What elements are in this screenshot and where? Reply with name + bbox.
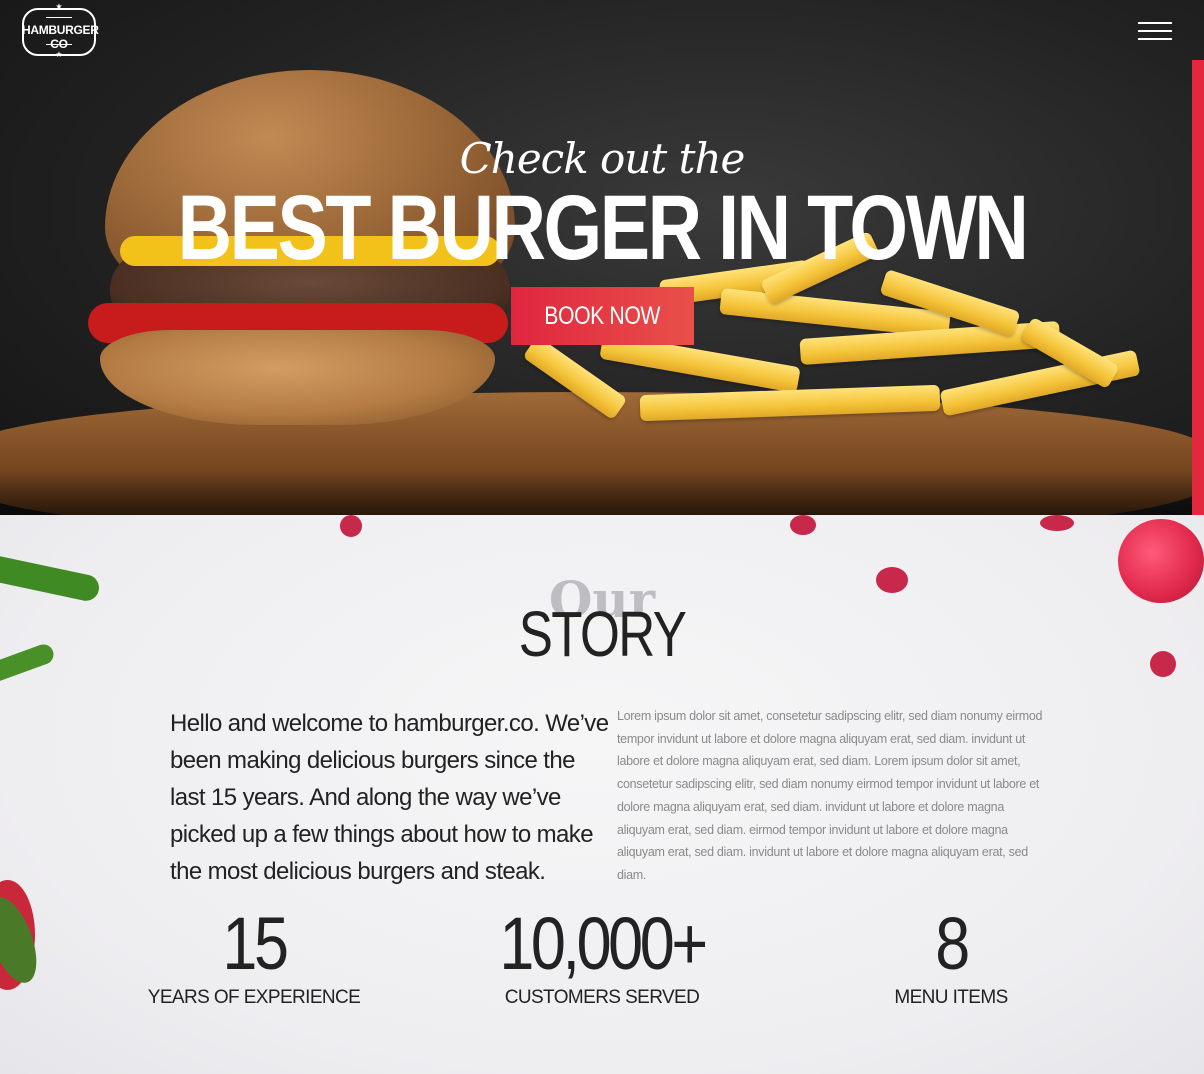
accent-edge-bar — [1192, 60, 1204, 515]
hamburger-co-logo[interactable]: ★ HAMBURGER CO ★ — [22, 2, 99, 59]
stat-customers-served: 10,000+ CUSTOMERS SERVED — [472, 907, 732, 1009]
stat-value: 8 — [935, 902, 970, 985]
logo-rule — [46, 17, 72, 18]
logo-text: HAMBURGER CO — [22, 23, 99, 51]
stat-label: MENU ITEMS — [894, 987, 1008, 1008]
logo-rule — [46, 44, 72, 45]
star-icon: ★ — [55, 2, 63, 11]
hero-section: ★ HAMBURGER CO ★ Check out the BEST BURG… — [0, 0, 1204, 515]
hero-headline: BEST BURGER IN TOWN — [177, 177, 1029, 279]
hamburger-menu-icon[interactable] — [1138, 20, 1172, 42]
board-shadow — [0, 470, 1204, 515]
green-pepper-image — [0, 641, 57, 685]
raspberry-piece-image — [1040, 515, 1074, 531]
book-now-button[interactable]: BOOK NOW — [511, 287, 694, 345]
stat-menu-items: 8 MENU ITEMS — [821, 907, 1081, 1009]
story-intro: Hello and welcome to hamburger.co. We’ve… — [170, 710, 609, 885]
stat-value: 15 — [222, 902, 289, 985]
story-title: STORY — [518, 598, 687, 670]
raspberry-piece-image — [790, 515, 816, 535]
star-icon: ★ — [55, 50, 63, 59]
our-story-section: Our STORY Hello and welcome to hamburger… — [0, 515, 1204, 1074]
story-body: Lorem ipsum dolor sit amet, consetetur s… — [617, 709, 1043, 882]
stat-years-experience: 15 YEARS OF EXPERIENCE — [124, 907, 384, 1009]
stat-label: YEARS OF EXPERIENCE — [147, 987, 361, 1008]
raspberry-piece-image — [340, 515, 362, 537]
stat-value: 10,000+ — [499, 902, 708, 985]
raspberry-piece-image — [1150, 651, 1176, 677]
book-now-label: BOOK NOW — [544, 301, 661, 330]
stat-label: CUSTOMERS SERVED — [504, 987, 700, 1008]
